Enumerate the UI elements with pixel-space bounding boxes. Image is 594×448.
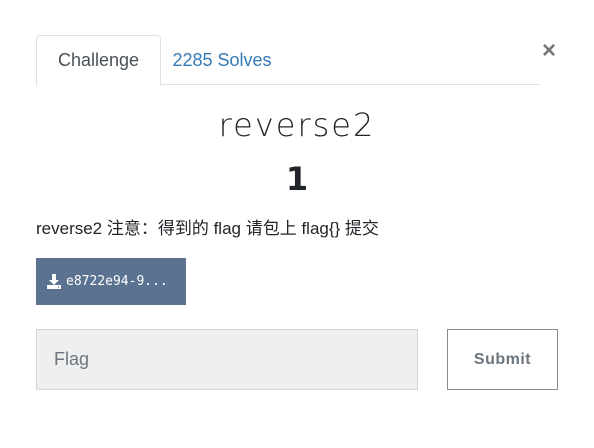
file-download-button[interactable]: e8722e94-9... <box>36 258 186 305</box>
submit-button[interactable]: Submit <box>447 329 558 390</box>
tab-bar: Challenge 2285 Solves <box>36 35 540 86</box>
flag-input[interactable] <box>36 329 418 390</box>
file-name: e8722e94-9... <box>66 274 168 289</box>
challenge-value: 1 <box>285 160 309 198</box>
challenge-description: reverse2 注意：得到的 flag 请包上 flag{} 提交 <box>36 219 379 238</box>
close-icon[interactable]: × <box>538 37 560 64</box>
challenge-name: reverse2 <box>218 106 376 144</box>
download-icon <box>47 274 61 289</box>
tab-challenge[interactable]: Challenge <box>36 35 161 86</box>
tab-solves[interactable]: 2285 Solves <box>161 35 283 85</box>
challenge-modal: Challenge 2285 Solves × reverse2 1 rever… <box>0 0 594 448</box>
